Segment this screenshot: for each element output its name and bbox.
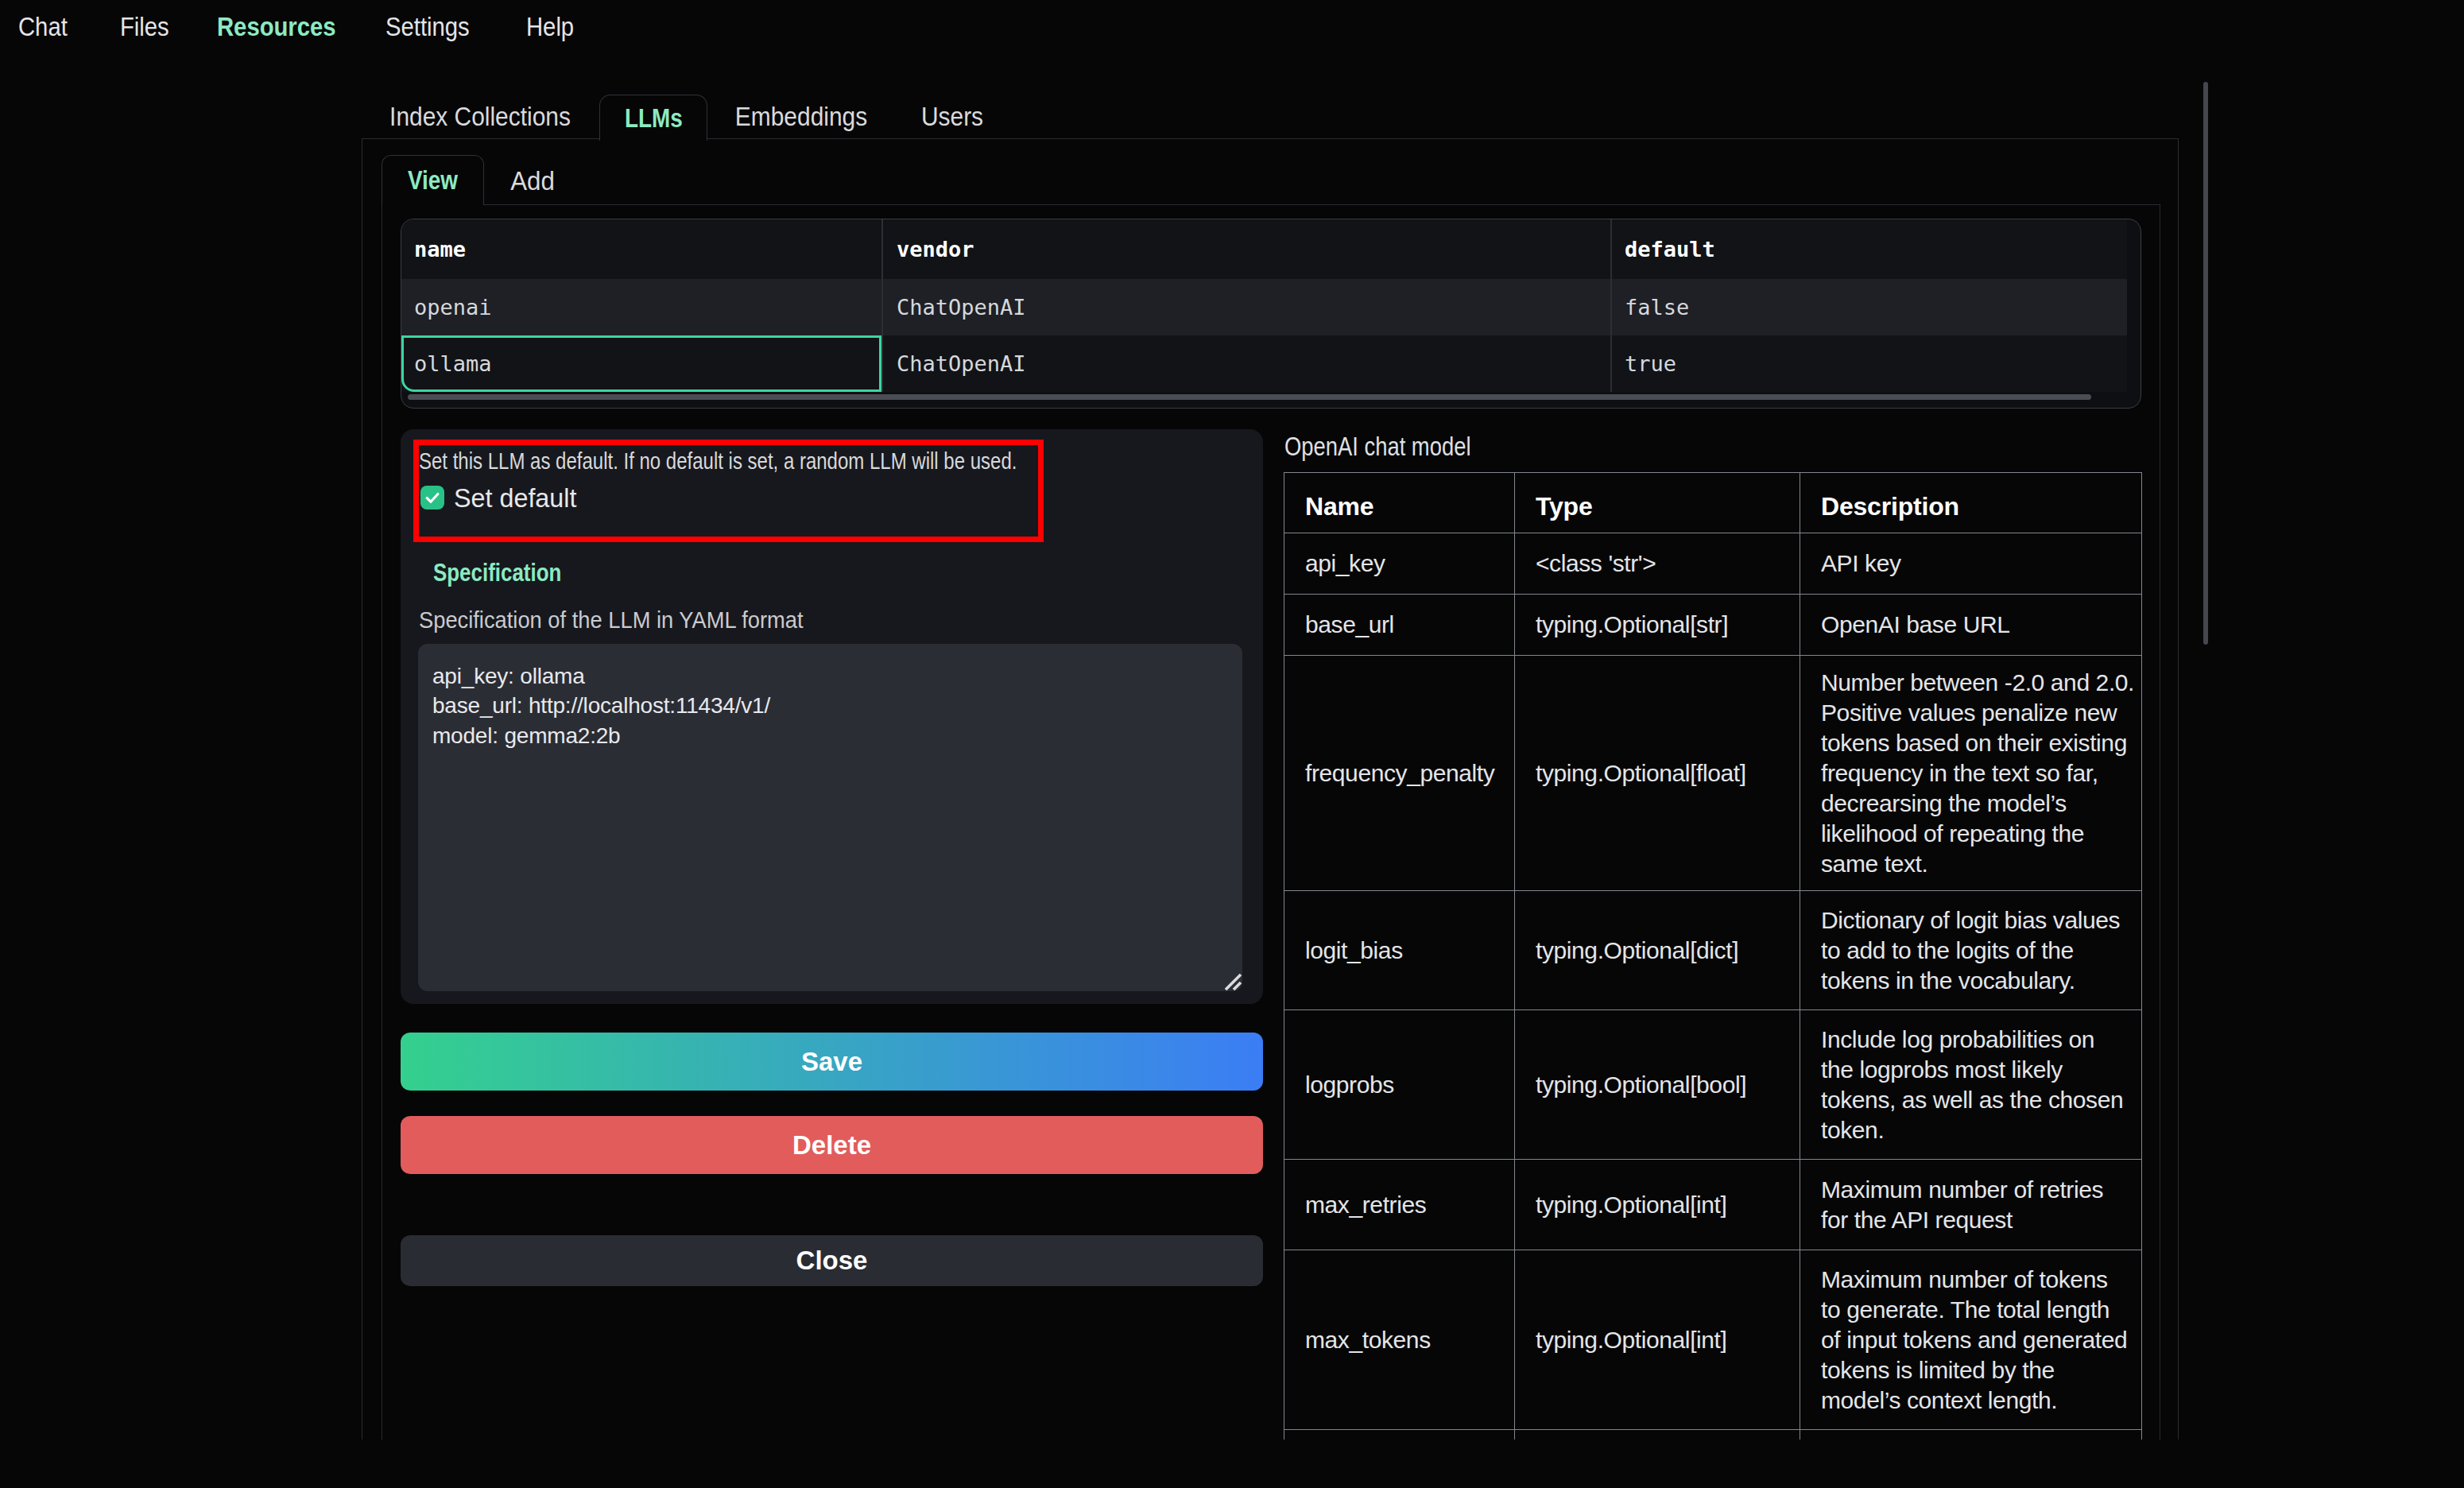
nav-item-help[interactable]: Help: [526, 8, 574, 45]
llm-cell-default[interactable]: false: [1625, 279, 1689, 335]
save-button[interactable]: Save: [401, 1033, 1263, 1091]
docs-cell-name: api_key: [1284, 533, 1515, 595]
nav-item-resources[interactable]: Resources: [217, 8, 336, 45]
docs-cell-type: typing.Optional[int]: [1515, 1250, 1800, 1430]
docs-header-row: Name Type Description: [1284, 473, 2142, 533]
subtab-view[interactable]: View: [382, 155, 484, 205]
docs-col-type: Type: [1515, 473, 1800, 533]
yaml-spec-textarea[interactable]: api_key: ollama base_url: http://localho…: [418, 644, 1242, 991]
tab-llms-label: LLMs: [625, 95, 683, 139]
subtab-view-label: View: [408, 156, 458, 203]
tab-users[interactable]: Users: [921, 95, 983, 138]
docs-cell-description: Include log probabilities on the logprob…: [1800, 1010, 2142, 1160]
docs-row: api_key <class 'str'> API key: [1284, 533, 2142, 595]
horizontal-scrollbar[interactable]: [408, 394, 2091, 400]
docs-cell-description: API key: [1800, 533, 2142, 595]
highlight-red-box: [413, 440, 1044, 542]
llm-cell-vendor[interactable]: ChatOpenAI: [897, 335, 1026, 392]
tab-index-collections[interactable]: Index Collections: [389, 95, 571, 138]
close-button[interactable]: Close: [401, 1235, 1263, 1286]
docs-row: max_tokens typing.Optional[int] Maximum …: [1284, 1250, 2142, 1430]
docs-cell-description: Dictionary of logit bias values to add t…: [1800, 891, 2142, 1010]
docs-cell-type: typing.Optional[int]: [1515, 1160, 1800, 1250]
close-button-label: Close: [796, 1246, 868, 1276]
docs-title: OpenAI chat model: [1284, 428, 1470, 466]
column-separator: [881, 219, 883, 392]
app-root: Chat Files Resources Settings Help Index…: [0, 0, 2464, 1488]
docs-row: base_url typing.Optional[str] OpenAI bas…: [1284, 595, 2142, 656]
docs-cell-name: frequency_penalty: [1284, 656, 1515, 891]
vertical-scrollbar[interactable]: [2203, 82, 2208, 645]
llm-col-header-name[interactable]: name: [414, 219, 466, 279]
nav-item-settings[interactable]: Settings: [385, 8, 470, 45]
docs-cell-name: logit_bias: [1284, 891, 1515, 1010]
resize-handle-icon[interactable]: [1222, 971, 1242, 991]
llm-row-openai[interactable]: openai ChatOpenAI false: [401, 279, 2127, 335]
docs-cell-description: Maximum number of tokens to generate. Th…: [1800, 1250, 2142, 1430]
docs-cell-description: Number between -2.0 and 2.0. Positive va…: [1800, 656, 2142, 891]
docs-cell-description: OpenAI base URL: [1800, 595, 2142, 656]
docs-cell-name: logprobs: [1284, 1010, 1515, 1160]
docs-cell-type: typing.Optional[bool]: [1515, 1010, 1800, 1160]
docs-row-clipped: [1284, 1430, 2142, 1440]
docs-cell-type: <class 'str'>: [1515, 533, 1800, 595]
delete-button-label: Delete: [792, 1130, 871, 1161]
nav-item-chat[interactable]: Chat: [18, 8, 68, 45]
specification-heading: Specification: [433, 556, 561, 588]
specification-caption: Specification of the LLM in YAML format: [419, 606, 804, 634]
docs-row: max_retries typing.Optional[int] Maximum…: [1284, 1160, 2142, 1250]
docs-cell-type: typing.Optional[dict]: [1515, 891, 1800, 1010]
docs-col-description: Description: [1800, 473, 2142, 533]
llm-col-header-vendor[interactable]: vendor: [897, 219, 974, 279]
llm-col-header-default[interactable]: default: [1625, 219, 1715, 279]
docs-cell-name: base_url: [1284, 595, 1515, 656]
selected-cell-outline: [401, 335, 881, 392]
docs-cell-type: typing.Optional[float]: [1515, 656, 1800, 891]
nav-item-files[interactable]: Files: [120, 8, 169, 45]
llm-list-table: name vendor default openai ChatOpenAI fa…: [401, 219, 2141, 409]
docs-table: Name Type Description api_key <class 'st…: [1284, 472, 2142, 1440]
docs-cell-description: [1800, 1430, 2142, 1440]
docs-cell-name: max_retries: [1284, 1160, 1515, 1250]
docs-row: logprobs typing.Optional[bool] Include l…: [1284, 1010, 2142, 1160]
llm-cell-default[interactable]: true: [1625, 335, 1676, 392]
llm-cell-vendor[interactable]: ChatOpenAI: [897, 279, 1026, 335]
llm-cell-name[interactable]: openai: [414, 279, 492, 335]
tab-embeddings[interactable]: Embeddings: [735, 95, 867, 138]
tab-llms[interactable]: LLMs: [599, 95, 707, 141]
docs-cell-name: [1284, 1430, 1515, 1440]
docs-row: frequency_penalty typing.Optional[float]…: [1284, 656, 2142, 891]
llm-table-header-row: name vendor default: [401, 219, 2127, 279]
docs-cell-type: [1515, 1430, 1800, 1440]
delete-button[interactable]: Delete: [401, 1116, 1263, 1174]
docs-cell-type: typing.Optional[str]: [1515, 595, 1800, 656]
docs-col-name: Name: [1284, 473, 1515, 533]
column-separator: [1610, 219, 1612, 392]
docs-cell-name: max_tokens: [1284, 1250, 1515, 1430]
docs-row: logit_bias typing.Optional[dict] Diction…: [1284, 891, 2142, 1010]
llm-detail-card: Set this LLM as default. If no default i…: [401, 429, 1263, 1004]
docs-cell-description: Maximum number of retries for the API re…: [1800, 1160, 2142, 1250]
save-button-label: Save: [801, 1047, 862, 1077]
